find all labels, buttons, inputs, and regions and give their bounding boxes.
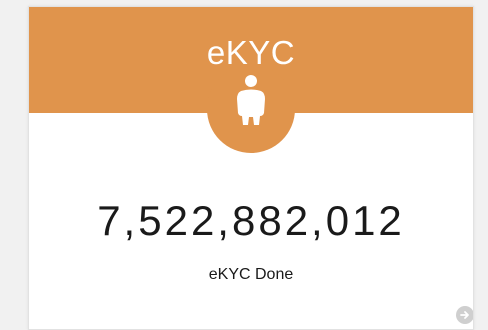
icon-badge bbox=[207, 65, 295, 153]
ekyc-count-value: 7,522,882,012 bbox=[97, 197, 405, 244]
person-icon bbox=[237, 75, 265, 125]
ekyc-card: eKYC 7,522,882,012 eKYC Done bbox=[28, 6, 474, 330]
arrow-right-circle-icon bbox=[460, 311, 469, 319]
more-info-button[interactable] bbox=[456, 306, 473, 324]
ekyc-count-label: eKYC Done bbox=[208, 266, 294, 283]
